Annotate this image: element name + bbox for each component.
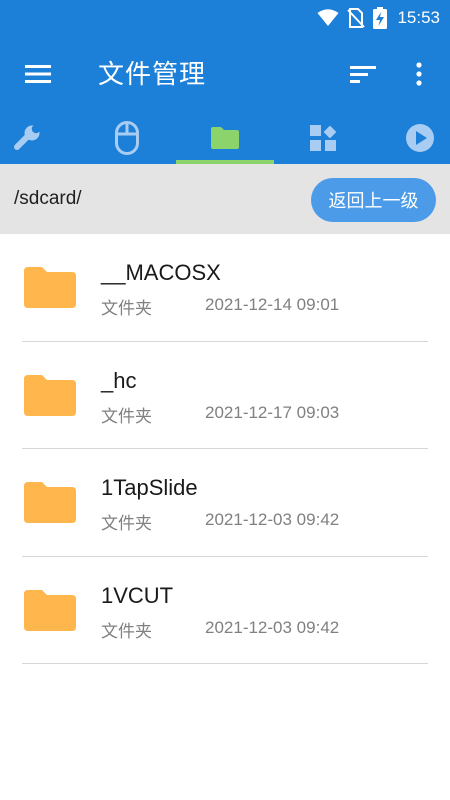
app-bar: 文件管理 [0, 36, 450, 112]
folder-icon [24, 482, 76, 523]
file-type: 文件夹 [101, 514, 152, 534]
folder-icon [24, 589, 76, 631]
list-item[interactable]: __MACOSX 文件夹 2021-12-14 09:01 [0, 234, 450, 342]
file-name: _hc [101, 367, 137, 393]
sort-button[interactable] [345, 58, 381, 90]
tab-media[interactable] [375, 112, 450, 164]
tab-files[interactable] [180, 112, 270, 164]
folder-icon [24, 267, 76, 308]
back-up-button[interactable]: 返回上一级 [311, 178, 436, 222]
sort-icon [350, 66, 376, 83]
wrench-icon [14, 124, 41, 150]
file-date: 2021-12-14 09:01 [205, 295, 340, 314]
file-name: 1VCUT [101, 582, 174, 608]
tab-apps[interactable] [278, 112, 368, 164]
tab-mouse[interactable] [82, 112, 172, 164]
file-list: __MACOSX 文件夹 2021-12-14 09:01 _hc 文件夹 20… [0, 234, 450, 664]
folder-icon [24, 374, 76, 416]
hamburger-menu-icon [25, 65, 51, 83]
current-path: /sdcard/ [14, 188, 82, 209]
wifi-icon [317, 9, 339, 26]
list-item[interactable]: _hc 文件夹 2021-12-17 09:03 [0, 342, 450, 449]
file-date: 2021-12-03 09:42 [205, 510, 340, 529]
file-name: 1TapSlide [101, 475, 198, 500]
no-sim-icon [347, 8, 366, 28]
more-vertical-icon [416, 62, 422, 86]
divider [22, 663, 428, 664]
apps-icon [310, 125, 337, 151]
menu-button[interactable] [18, 58, 58, 90]
file-date: 2021-12-03 09:42 [205, 617, 340, 637]
list-item[interactable]: 1VCUT 文件夹 2021-12-03 09:42 [0, 557, 450, 664]
more-options-button[interactable] [404, 58, 434, 90]
play-icon [406, 124, 434, 152]
battery-charging-icon [373, 7, 388, 29]
file-name: __MACOSX [101, 260, 221, 285]
page-title: 文件管理 [98, 60, 207, 90]
file-date: 2021-12-17 09:03 [205, 402, 340, 422]
file-type: 文件夹 [101, 621, 152, 642]
status-time: 15:53 [397, 8, 440, 27]
folder-icon [211, 127, 239, 149]
tab-tools[interactable] [0, 112, 73, 164]
tab-bar [0, 112, 450, 164]
status-icons: 15:53 [317, 0, 440, 36]
status-bar: 15:53 [0, 0, 450, 36]
file-type: 文件夹 [101, 299, 152, 319]
list-item[interactable]: 1TapSlide 文件夹 2021-12-03 09:42 [0, 449, 450, 557]
file-type: 文件夹 [101, 406, 152, 427]
mouse-icon [115, 121, 139, 155]
